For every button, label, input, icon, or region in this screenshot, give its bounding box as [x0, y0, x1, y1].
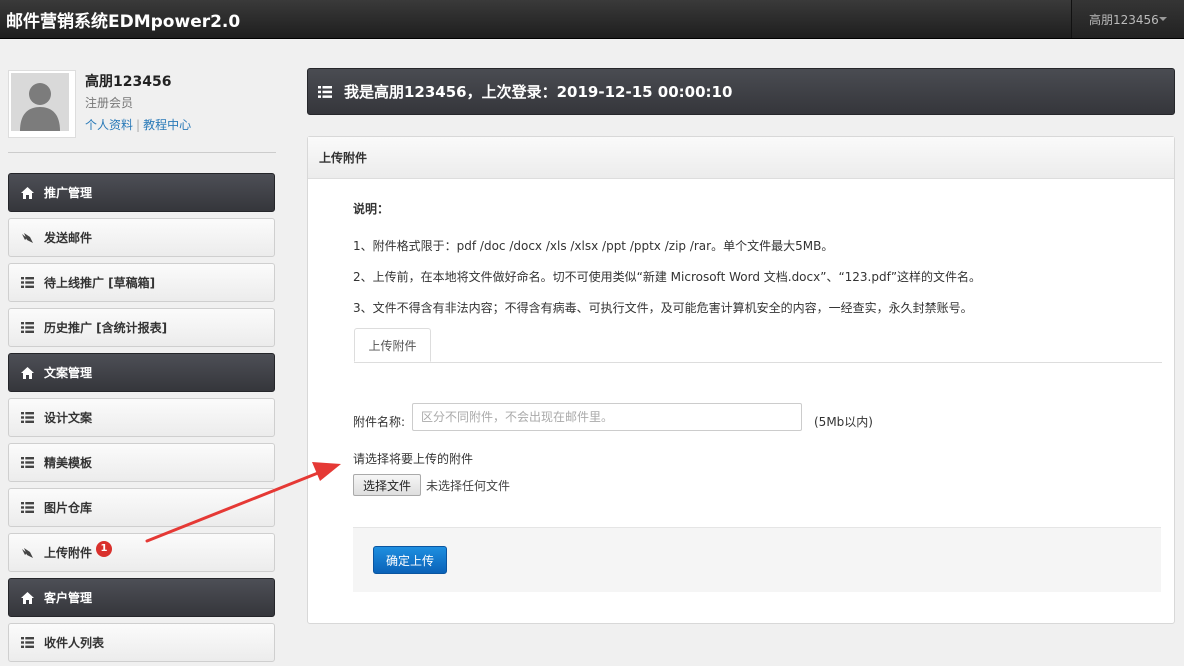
profile-name: 高朋123456 — [85, 74, 172, 90]
avatar — [8, 70, 76, 138]
list-icon — [20, 277, 34, 288]
caret-down-icon — [1159, 17, 1167, 21]
sidebar-item-label: 图片仓库 — [44, 501, 93, 515]
note-line: 1、附件格式限于：pdf /doc /docx /xls /xlsx /ppt … — [353, 239, 834, 253]
upload-panel: 上传附件 说明： 1、附件格式限于：pdf /doc /docx /xls /x… — [307, 136, 1175, 624]
attachment-name-label: 附件名称: — [353, 415, 406, 429]
sidebar-item[interactable]: 图片仓库 — [8, 488, 275, 527]
user-menu-dropdown[interactable]: 高朋123456 — [1071, 0, 1184, 38]
profile-role: 注册会员 — [85, 96, 134, 110]
choose-file-button[interactable]: 选择文件 — [353, 474, 421, 496]
list-icon — [318, 85, 332, 98]
sidebar-item-label: 发送邮件 — [44, 231, 93, 245]
divider — [8, 152, 276, 153]
top-navbar: 邮件营销系统EDMpower2.0 高朋123456 — [0, 0, 1184, 39]
sidebar-item-label: 设计文案 — [44, 411, 93, 425]
link-separator: | — [136, 118, 141, 132]
home-icon — [20, 366, 34, 379]
file-choose-label: 请选择将要上传的附件 — [353, 452, 474, 466]
profile-links: 个人资料 | 教程中心 — [85, 116, 191, 133]
sidebar-item-label: 收件人列表 — [44, 636, 105, 650]
sidebar-item[interactable]: 上传附件 1 — [8, 533, 275, 572]
list-icon — [20, 457, 34, 468]
sidebar-item[interactable]: 历史推广 [含统计报表] — [8, 308, 275, 347]
welcome-header: 我是高朋123456，上次登录：2019-12-15 00:00:10 — [307, 68, 1175, 115]
confirm-upload-button[interactable]: 确定上传 — [373, 546, 447, 574]
notes-title: 说明： — [353, 202, 390, 216]
note-line: 3、文件不得含有非法内容；不得含有病毒、可执行文件，及可能危害计算机安全的内容，… — [353, 301, 973, 315]
note-line: 2、上传前，在本地将文件做好命名。切不可使用类似“新建 Microsoft Wo… — [353, 270, 982, 284]
panel-title: 上传附件 — [308, 137, 1174, 179]
home-icon — [20, 591, 34, 604]
size-hint: (5Mb以内) — [814, 415, 873, 429]
profile-link[interactable]: 个人资料 — [85, 118, 133, 132]
sidebar-item[interactable]: 发送邮件 — [8, 218, 275, 257]
list-icon — [20, 637, 34, 648]
sidebar-item-label: 上传附件 — [44, 546, 93, 560]
sidebar-item[interactable]: 待上线推广 [草稿箱] — [8, 263, 275, 302]
attachment-name-input[interactable] — [412, 403, 802, 431]
list-icon — [20, 322, 34, 333]
tab-divider — [354, 362, 1162, 363]
home-icon — [20, 186, 34, 199]
sidebar-item[interactable]: 推广管理 — [8, 173, 275, 212]
welcome-text: 我是高朋123456，上次登录：2019-12-15 00:00:10 — [344, 83, 733, 101]
file-status: 未选择任何文件 — [426, 479, 511, 493]
tutorial-center-link[interactable]: 教程中心 — [143, 118, 191, 132]
send-icon — [20, 547, 34, 559]
sidebar-item-label: 推广管理 — [44, 186, 93, 200]
notification-badge: 1 — [96, 540, 113, 557]
sidebar-item-label: 历史推广 [含统计报表] — [44, 321, 168, 335]
app-title[interactable]: 邮件营销系统EDMpower2.0 — [6, 7, 240, 32]
sidebar-item[interactable]: 文案管理 — [8, 353, 275, 392]
user-silhouette-icon — [11, 73, 69, 131]
sidebar-item-label: 文案管理 — [44, 366, 93, 380]
list-icon — [20, 502, 34, 513]
user-menu-name: 高朋123456 — [1089, 13, 1159, 27]
sidebar-item-label: 客户管理 — [44, 591, 93, 605]
list-icon — [20, 412, 34, 423]
sidebar-item-label: 待上线推广 [草稿箱] — [44, 276, 156, 290]
sidebar-item[interactable]: 设计文案 — [8, 398, 275, 437]
send-icon — [20, 232, 34, 244]
sidebar-item-label: 精美模板 — [44, 456, 93, 470]
tab-upload-attachment[interactable]: 上传附件 — [354, 328, 431, 362]
sidebar-item[interactable]: 客户管理 — [8, 578, 275, 617]
sidebar-item[interactable]: 收件人列表 — [8, 623, 275, 662]
sidebar-item[interactable]: 精美模板 — [8, 443, 275, 482]
form-actions: 确定上传 — [353, 527, 1161, 592]
